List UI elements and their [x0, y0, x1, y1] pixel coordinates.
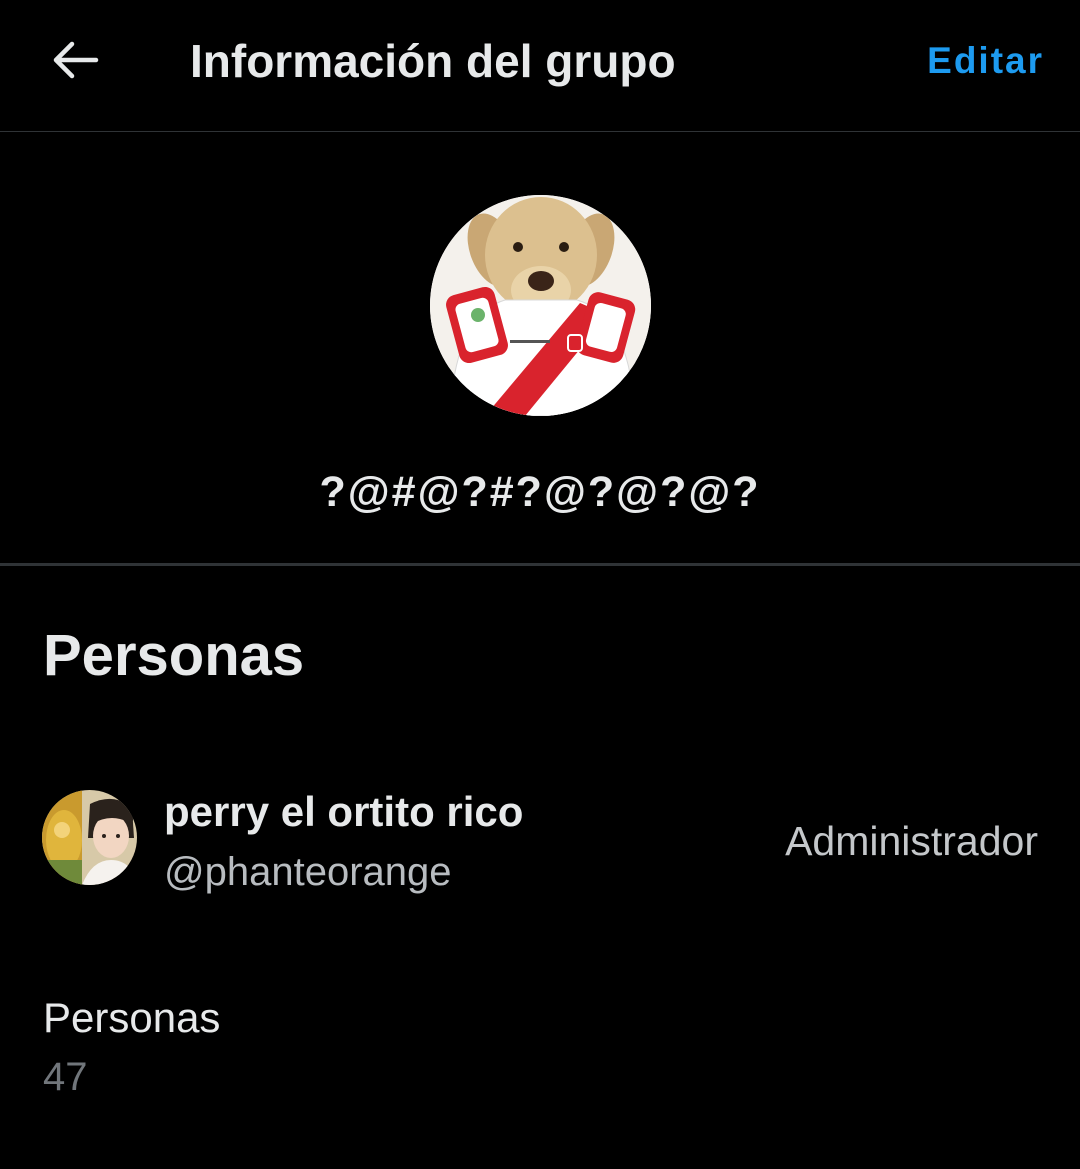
page-title: Información del grupo — [190, 35, 676, 87]
people-count-value: 47 — [43, 1055, 88, 1099]
member-handle: @phanteorange — [164, 850, 452, 894]
top-app-bar: Información del grupo Editar — [0, 0, 1080, 132]
back-button[interactable] — [44, 32, 106, 88]
group-avatar-dog-jersey-icon — [430, 195, 651, 416]
section-divider — [0, 563, 1080, 566]
arrow-left-icon — [53, 41, 99, 79]
member-role-badge: Administrador — [785, 818, 1038, 864]
group-avatar[interactable] — [430, 195, 651, 416]
user-avatar[interactable] — [42, 790, 137, 885]
edit-button[interactable]: Editar — [927, 40, 1044, 82]
people-section-title: Personas — [43, 623, 305, 688]
people-count-label: Personas — [43, 994, 221, 1041]
member-row[interactable]: perry el ortito rico @phanteorange Admin… — [0, 770, 1080, 910]
member-name: perry el ortito rico — [164, 788, 524, 835]
group-name: ?@#@?#?@?@?@? — [319, 468, 761, 516]
user-avatar-icon — [42, 790, 137, 885]
